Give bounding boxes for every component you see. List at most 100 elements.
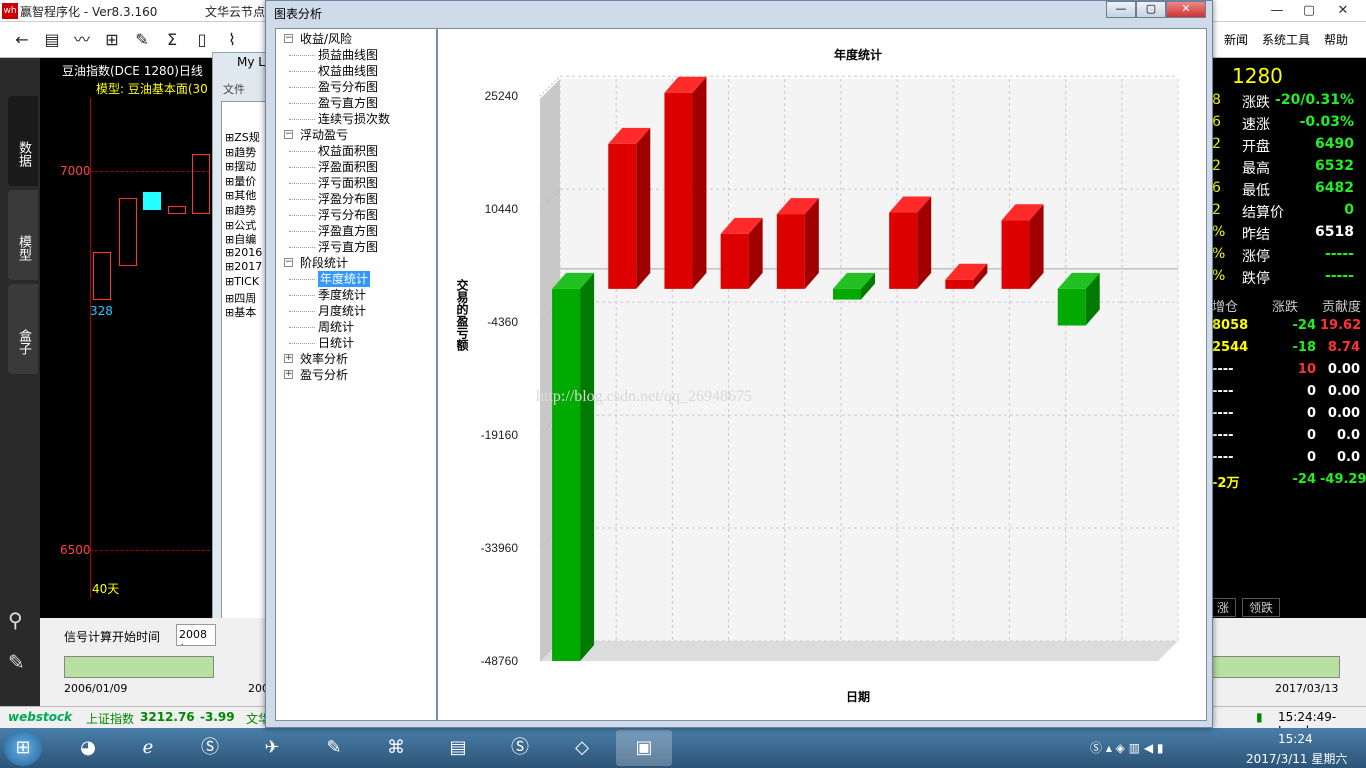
wh8-icon[interactable]: ▣	[616, 730, 672, 766]
panel-tab[interactable]: 涨	[1210, 598, 1237, 617]
tab-model[interactable]: 模型	[8, 190, 38, 280]
library-item[interactable]: ⊞摆动	[225, 158, 269, 174]
tree-item[interactable]: 浮盈面积图	[318, 159, 378, 175]
library-item[interactable]: ⊞四周	[225, 290, 269, 306]
tree-item[interactable]: 权益面积图	[318, 143, 378, 159]
trend-icon[interactable]: ⌇	[222, 30, 242, 50]
document-icon[interactable]: ▯	[192, 30, 212, 50]
quote-value: 0	[1344, 202, 1354, 218]
dialog-maximize-button[interactable]: ▢	[1136, 1, 1166, 18]
tree-item[interactable]: 浮动盈亏	[300, 127, 348, 143]
collapse-icon[interactable]: −	[284, 258, 293, 267]
stock-info-panel: 1280 8 涨跌 -20/0.31% 6 速涨 -0.03% 2 开盘 6490 2 最高 6532…	[1210, 58, 1366, 618]
visual-studio-icon[interactable]: ◇	[554, 730, 610, 766]
candlestick-icon[interactable]: ⊞	[102, 30, 122, 50]
tray-icons[interactable]: Ⓢ ▴ ◈ ▥ ◀ ▮	[1090, 739, 1164, 756]
library-item[interactable]: ⊞趋势	[225, 144, 269, 160]
expand-icon[interactable]: +	[284, 354, 293, 363]
tree-item[interactable]: 盈亏分析	[300, 367, 348, 383]
tree-item[interactable]: 月度统计	[318, 303, 366, 319]
quote-row: 2 结算价 0	[1210, 202, 1366, 224]
draw-icon[interactable]: ✎	[132, 30, 152, 50]
formula-icon[interactable]: Σ	[162, 30, 182, 50]
collapse-icon[interactable]: −	[284, 130, 293, 139]
analysis-tree[interactable]: − 收益/风险 损益曲线图 权益曲线图 盈亏分布图 盈亏直方图 连续亏损次数 − 浮动盈亏 权益面…	[275, 28, 437, 721]
back-arrow-icon[interactable]: ←	[12, 30, 32, 50]
signal-start-input[interactable]: 2008年	[176, 624, 216, 646]
tree-item[interactable]: 年度统计	[318, 271, 371, 287]
library-item[interactable]: ⊞其他	[225, 187, 269, 203]
library-item[interactable]: ⊞2017	[225, 260, 269, 273]
menu-system-tools[interactable]: 系统工具	[1262, 31, 1310, 48]
minimize-button[interactable]: —	[1260, 0, 1294, 22]
tree-item[interactable]: 季度统计	[318, 287, 366, 303]
quote-row: 2 最高 6532	[1210, 158, 1366, 180]
tree-item[interactable]: 权益曲线图	[318, 63, 378, 79]
menu-news[interactable]: 新闻	[1224, 31, 1248, 48]
library-item[interactable]: ⊞自编	[225, 231, 269, 247]
tree-item[interactable]: 浮亏直方图	[318, 239, 378, 255]
edit-icon[interactable]: ✎	[8, 650, 25, 674]
dialog-close-button[interactable]: ✕	[1166, 1, 1206, 18]
taskbar-app-icon[interactable]: ✈	[244, 730, 300, 766]
clock-time[interactable]: 15:24	[1278, 732, 1313, 746]
chart-analysis-dialog[interactable]: 图表分析 — ▢ ✕ − 收益/风险 损益曲线图 权益曲线图 盈亏分布图 盈亏直方图 连续亏…	[265, 0, 1213, 728]
taskbar-app-icon[interactable]: ⌘	[368, 730, 424, 766]
quote-value: 6518	[1315, 224, 1354, 240]
expand-icon[interactable]: +	[284, 370, 293, 379]
clock-date[interactable]: 2017/3/11 星期六	[1246, 750, 1347, 767]
lightbulb-icon[interactable]: ⚲	[8, 608, 23, 632]
tree-item[interactable]: 盈亏直方图	[318, 95, 378, 111]
list-icon[interactable]: ▤	[42, 30, 62, 50]
library-item[interactable]: ⊞公式	[225, 217, 269, 233]
menu-help[interactable]: 帮助	[1324, 31, 1348, 48]
library-item[interactable]: ⊞趋势	[225, 202, 269, 218]
library-item[interactable]: ⊞TICK	[225, 275, 269, 288]
quote-label: 开盘	[1242, 139, 1270, 155]
start-button[interactable]: ⊞	[4, 730, 42, 766]
table-header: 贡献度	[1322, 300, 1362, 315]
tree-item[interactable]: 周统计	[318, 319, 354, 335]
bar-positive	[1001, 220, 1030, 289]
library-item[interactable]: ⊞2016	[225, 246, 269, 259]
tree-item[interactable]: 收益/风险	[300, 31, 352, 47]
y-tick-label: -48760	[481, 654, 519, 668]
tree-connector	[289, 215, 315, 216]
panel-tab[interactable]: 领跌	[1242, 598, 1281, 617]
taskbar-app-icon[interactable]: Ⓢ	[492, 730, 548, 766]
tree-item[interactable]: 损益曲线图	[318, 47, 378, 63]
tree-item[interactable]: 盈亏分布图	[318, 79, 378, 95]
dialog-minimize-button[interactable]: —	[1106, 1, 1136, 18]
library-item[interactable]: ⊞量价	[225, 173, 269, 189]
tree-item[interactable]: 效率分析	[300, 351, 348, 367]
maximize-button[interactable]: ▢	[1292, 0, 1326, 22]
ie-icon[interactable]: ℯ	[120, 730, 176, 766]
tab-data[interactable]: 数据	[8, 96, 38, 186]
my-window-menu-file[interactable]: 文件	[223, 81, 245, 97]
app-title: 赢智程序化 - Ver8.3.160	[20, 5, 158, 19]
tree-item[interactable]: 浮亏面积图	[318, 175, 378, 191]
taskbar-app-icon[interactable]: Ⓢ	[182, 730, 238, 766]
tree-item[interactable]: 阶段统计	[300, 255, 348, 271]
candlestick-chart[interactable]: 豆油指数(DCE 1280)日线 模型: 豆油基本面(30 7000 6500 …	[40, 58, 215, 618]
index-value: 3212.76	[140, 710, 195, 724]
tree-item[interactable]: 日统计	[318, 335, 354, 351]
collapse-icon[interactable]: −	[284, 34, 293, 43]
tree-item[interactable]: 浮盈直方图	[318, 223, 378, 239]
tree-item[interactable]: 浮盈分布图	[318, 191, 378, 207]
table-header: 涨跌	[1272, 300, 1299, 315]
library-item[interactable]: ⊞ZS规	[225, 129, 269, 145]
tree-item[interactable]: 浮亏分布图	[318, 207, 378, 223]
tab-box[interactable]: 盒子	[8, 284, 38, 374]
taskbar-app-icon[interactable]: ◕	[60, 730, 116, 766]
tree-item[interactable]: 连续亏损次数	[318, 111, 390, 127]
quote-prefix: %	[1212, 268, 1226, 284]
tree-connector	[289, 167, 315, 168]
close-button[interactable]: ✕	[1326, 0, 1360, 22]
line-chart-icon[interactable]: 〰	[72, 30, 92, 50]
taskbar-app-icon[interactable]: ✎	[306, 730, 362, 766]
library-item[interactable]: ⊞基本	[225, 304, 269, 320]
folder-icon[interactable]: ▤	[430, 730, 486, 766]
price-6500-label: 6500	[60, 543, 91, 557]
table-cell: 8.74	[1327, 340, 1360, 355]
